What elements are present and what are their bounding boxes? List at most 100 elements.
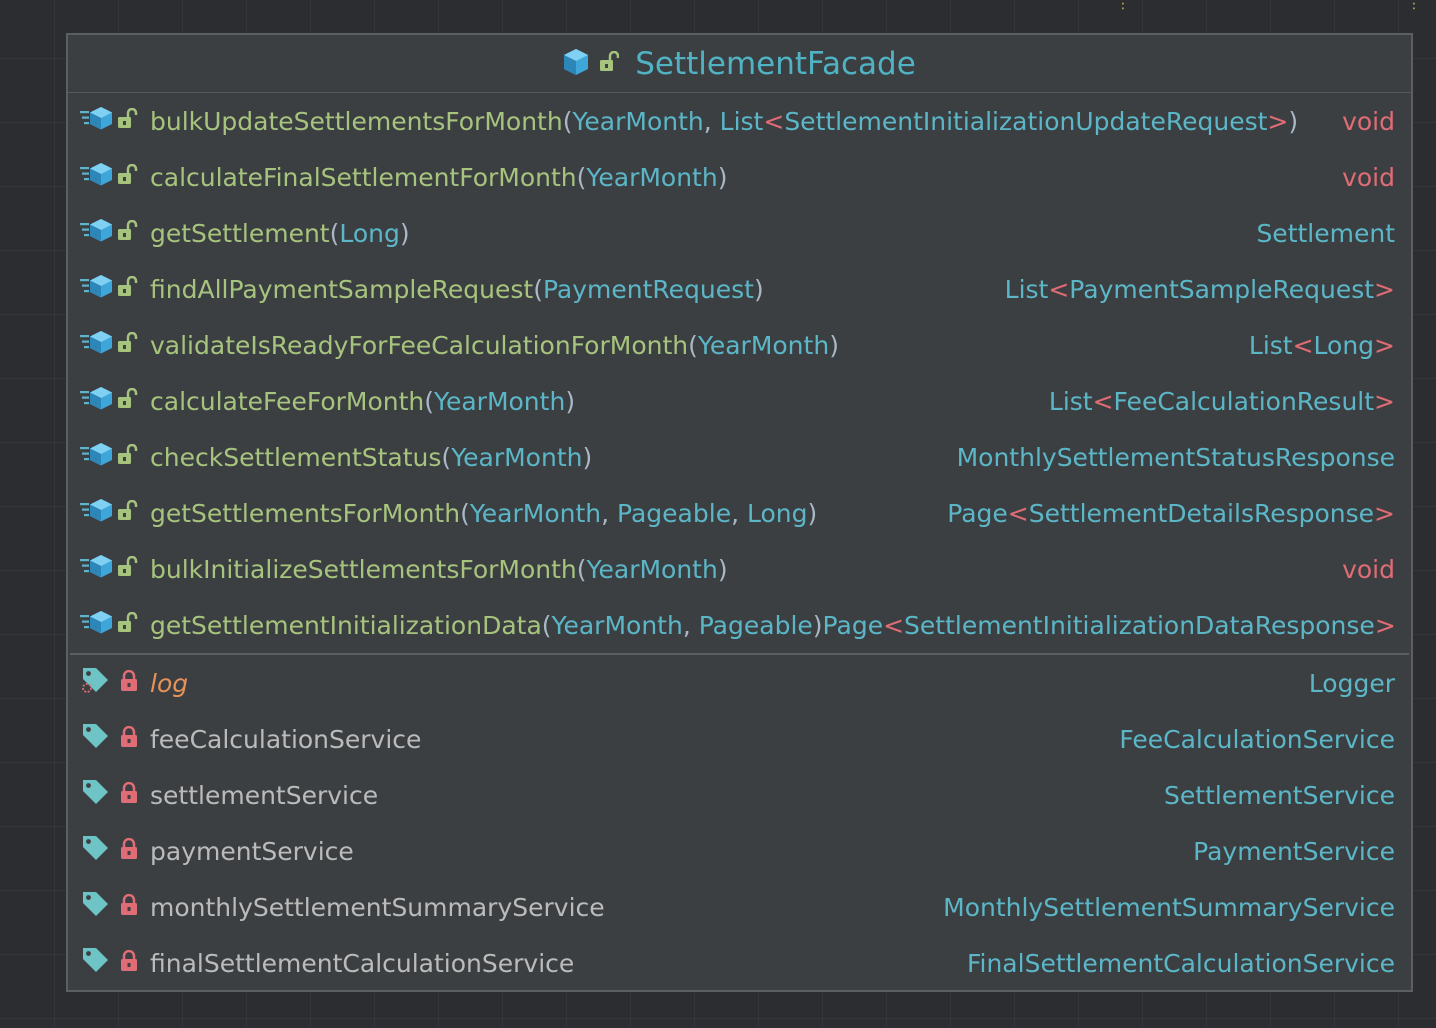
paren-close: ) xyxy=(717,162,728,192)
method-icon xyxy=(80,386,114,416)
method-row[interactable]: findAllPaymentSampleRequest ( PaymentReq… xyxy=(68,261,1411,317)
method-row[interactable]: getSettlement ( Long ) Settlement xyxy=(68,205,1411,261)
method-name: getSettlement xyxy=(150,218,330,248)
punctuation: < xyxy=(1292,330,1314,360)
return-void: void xyxy=(1342,554,1395,584)
method-row[interactable]: validateIsReadyForFeeCalculationForMonth… xyxy=(68,317,1411,373)
method-name: getSettlementInitializationData xyxy=(150,610,542,640)
field-type: MonthlySettlementSummaryService xyxy=(943,892,1395,922)
method-signature: bulkInitializeSettlementsForMonth ( Year… xyxy=(150,555,728,584)
method-row[interactable]: bulkUpdateSettlementsForMonth ( YearMont… xyxy=(68,93,1411,149)
type-name: PaymentRequest xyxy=(542,274,754,304)
method-name: findAllPaymentSampleRequest xyxy=(150,274,534,304)
type-name: MonthlySettlementStatusResponse xyxy=(956,442,1395,472)
punctuation: > xyxy=(1374,274,1395,304)
method-name: calculateFinalSettlementForMonth xyxy=(150,162,577,192)
method-signature: getSettlementInitializationData ( YearMo… xyxy=(150,611,823,640)
punctuation: > xyxy=(1374,330,1395,360)
field-name: monthlySettlementSummaryService xyxy=(150,892,605,922)
method-signature: bulkUpdateSettlementsForMonth ( YearMont… xyxy=(150,107,1298,136)
method-return-type: void xyxy=(1342,163,1395,192)
method-icons xyxy=(80,610,150,640)
method-return-type: List < FeeCalculationResult > xyxy=(1049,387,1395,416)
method-icon xyxy=(80,218,114,248)
type-name: YearMonth xyxy=(697,330,830,360)
field-icons xyxy=(80,833,150,869)
field-type: Logger xyxy=(1308,668,1395,698)
paren-close: ) xyxy=(829,330,839,360)
field-row[interactable]: feeCalculationService FeeCalculationServ… xyxy=(68,711,1411,767)
class-title: SettlementFacade xyxy=(635,45,916,82)
field-row[interactable]: log Logger xyxy=(68,655,1411,711)
method-row[interactable]: getSettlementInitializationData ( YearMo… xyxy=(68,597,1411,653)
punctuation: > xyxy=(1374,498,1395,528)
method-icons xyxy=(80,554,150,584)
method-name: checkSettlementStatus xyxy=(150,442,442,472)
method-signature: calculateFeeForMonth ( YearMonth ) xyxy=(150,387,575,416)
method-row[interactable]: calculateFeeForMonth ( YearMonth ) List <… xyxy=(68,373,1411,429)
method-return-type: List < Long > xyxy=(1249,331,1395,360)
paren-open: ( xyxy=(441,442,452,472)
field-row[interactable]: finalSettlementCalculationService FinalS… xyxy=(68,935,1411,991)
type-name: YearMonth xyxy=(434,386,566,416)
method-return-type: void xyxy=(1342,555,1395,584)
field-name: paymentService xyxy=(150,836,354,866)
punctuation: , xyxy=(682,610,699,640)
method-signature: getSettlementsForMonth ( YearMonth, Page… xyxy=(150,499,817,528)
paren-close: ) xyxy=(717,554,728,584)
fields-section: log Logger feeCalculationService FeeCalc… xyxy=(68,655,1411,991)
method-name: getSettlementsForMonth xyxy=(150,498,461,528)
method-return-type: Page < SettlementDetailsResponse > xyxy=(947,499,1395,528)
paren-open: ( xyxy=(541,610,552,640)
type-name: Pageable xyxy=(617,498,732,528)
punctuation: < xyxy=(883,610,905,640)
method-row[interactable]: getSettlementsForMonth ( YearMonth, Page… xyxy=(68,485,1411,541)
type-name: PaymentSampleRequest xyxy=(1069,274,1375,304)
method-icons xyxy=(80,442,150,472)
type-name: List xyxy=(1048,386,1093,416)
field-row[interactable]: paymentService PaymentService xyxy=(68,823,1411,879)
type-name: YearMonth xyxy=(586,554,718,584)
type-name: Long xyxy=(746,498,808,528)
method-icons xyxy=(80,218,150,248)
public-lock-open-icon xyxy=(116,275,138,304)
type-name: SettlementDetailsResponse xyxy=(1028,498,1375,528)
punctuation: > xyxy=(1374,610,1396,640)
paren-close: ) xyxy=(1288,106,1299,136)
method-row[interactable]: checkSettlementStatus ( YearMonth ) Mont… xyxy=(68,429,1411,485)
field-row[interactable]: monthlySettlementSummaryService MonthlyS… xyxy=(68,879,1411,935)
methods-section: bulkUpdateSettlementsForMonth ( YearMont… xyxy=(68,93,1411,653)
method-name: bulkInitializeSettlementsForMonth xyxy=(150,554,577,584)
private-lock-icon xyxy=(118,837,140,866)
public-lock-open-icon xyxy=(116,611,138,640)
method-signature: calculateFinalSettlementForMonth ( YearM… xyxy=(150,163,727,192)
type-name: List xyxy=(1248,330,1293,360)
method-return-type: void xyxy=(1342,107,1395,136)
type-name: YearMonth xyxy=(586,162,718,192)
punctuation: < xyxy=(1007,498,1029,528)
private-lock-icon xyxy=(118,893,140,922)
method-row[interactable]: calculateFinalSettlementForMonth ( YearM… xyxy=(68,149,1411,205)
type-name: List xyxy=(1004,274,1049,304)
method-row[interactable]: bulkInitializeSettlementsForMonth ( Year… xyxy=(68,541,1411,597)
method-icon xyxy=(80,610,114,640)
paren-open: ( xyxy=(460,498,470,528)
return-void: void xyxy=(1342,106,1395,136)
class-header: SettlementFacade xyxy=(68,35,1411,93)
field-row[interactable]: settlementService SettlementService xyxy=(68,767,1411,823)
method-return-type: Settlement xyxy=(1256,219,1395,248)
field-icon xyxy=(80,833,110,869)
field-name: feeCalculationService xyxy=(150,724,422,754)
paren-close: ) xyxy=(753,274,764,304)
paren-close: ) xyxy=(399,218,410,248)
punctuation: , xyxy=(601,498,618,528)
type-name: YearMonth xyxy=(469,498,602,528)
class-diagram-node[interactable]: SettlementFacade bulkUpdateSettlementsFo… xyxy=(66,33,1413,992)
punctuation: > xyxy=(1267,106,1289,136)
type-name: Long xyxy=(1313,330,1375,360)
field-name: log xyxy=(150,668,189,698)
punctuation: , xyxy=(731,498,747,528)
punctuation: < xyxy=(1092,386,1114,416)
return-void: void xyxy=(1342,162,1395,192)
private-lock-icon xyxy=(118,669,140,698)
